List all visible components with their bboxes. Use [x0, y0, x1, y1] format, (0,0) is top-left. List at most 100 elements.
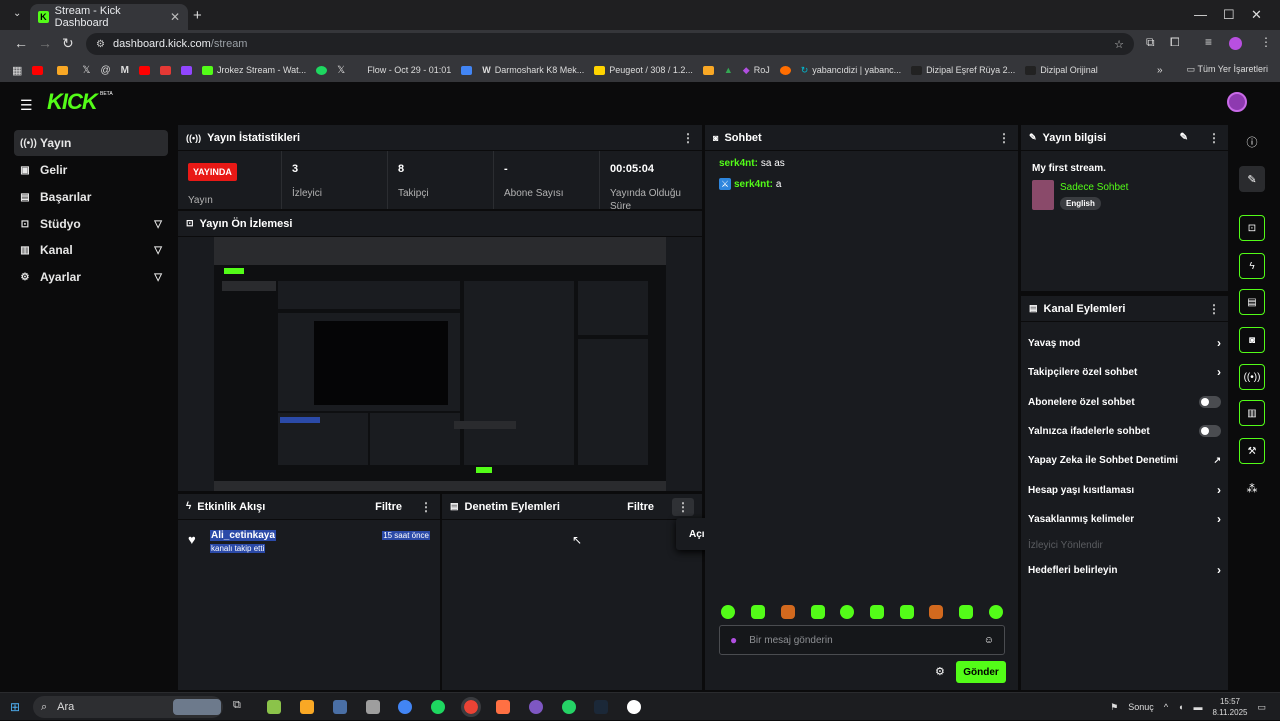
sidebar-item-kanal[interactable]: ▥ Kanal ▽: [14, 237, 168, 263]
chat-settings-gear-icon[interactable]: ⚙: [935, 665, 945, 678]
close-tab-icon[interactable]: ✕: [170, 10, 180, 24]
chat-message-input[interactable]: ● Bir mesaj gönderin ☺: [719, 625, 1005, 655]
chrome-active-icon[interactable]: [461, 697, 481, 717]
bookmark-item[interactable]: Jrokez Stream - Wat...: [201, 65, 306, 75]
emote-icon[interactable]: [870, 605, 884, 619]
emote-icon[interactable]: [929, 605, 943, 619]
chrome-icon[interactable]: [398, 700, 412, 714]
tab-search-icon[interactable]: ⌄: [13, 8, 21, 19]
bookmark-item[interactable]: [779, 65, 791, 75]
more-options-icon[interactable]: ⋮: [1208, 131, 1220, 145]
bookmark-item[interactable]: [57, 65, 72, 75]
tray-chevron-icon[interactable]: ^: [1164, 702, 1168, 712]
volume-icon[interactable]: ◖: [1178, 702, 1183, 712]
all-bookmarks-link[interactable]: ▭ Tüm Yer İşaretleri: [1187, 64, 1268, 75]
subscribers-only-toggle[interactable]: [1199, 396, 1221, 408]
bookmark-item[interactable]: Dizipal Eşref Rüya 2...: [911, 65, 1015, 75]
preview-toggle-icon[interactable]: ⊡: [1239, 215, 1265, 241]
microphone-icon[interactable]: ●: [730, 633, 737, 647]
connections-icon[interactable]: ⁂: [1239, 475, 1265, 501]
edit-pencil-icon[interactable]: ✎: [1239, 166, 1265, 192]
app-icon[interactable]: [333, 700, 347, 714]
steam-icon[interactable]: [594, 700, 608, 714]
bookmark-item[interactable]: [702, 65, 714, 75]
app-icon[interactable]: [300, 700, 314, 714]
emote-icon[interactable]: [840, 605, 854, 619]
emotes-only-toggle[interactable]: [1199, 425, 1221, 437]
task-view-icon[interactable]: ⧉: [233, 699, 247, 713]
weather-label[interactable]: Sonuç: [1128, 702, 1154, 712]
bookmark-item[interactable]: [138, 65, 150, 75]
obs-icon[interactable]: [627, 700, 641, 714]
emote-icon[interactable]: [751, 605, 765, 619]
filter-button[interactable]: Filtre: [375, 501, 402, 513]
site-info-icon[interactable]: ⚙: [96, 39, 105, 50]
category-name[interactable]: Sadece Sohbet: [1060, 182, 1128, 193]
bookmark-item[interactable]: 𝕏: [82, 65, 90, 76]
emote-icon[interactable]: [721, 605, 735, 619]
back-icon[interactable]: ←: [14, 35, 28, 51]
browser-tab-active[interactable]: K Stream - Kick Dashboard ✕: [30, 4, 188, 30]
more-options-icon[interactable]: ⋮: [1208, 302, 1220, 316]
taskbar-search[interactable]: ⌕ Ara: [33, 696, 223, 718]
emote-icon[interactable]: [781, 605, 795, 619]
bookmark-item[interactable]: ↻ yabancıdizi | yabanc...: [801, 65, 901, 76]
emote-icon[interactable]: [959, 605, 973, 619]
apps-icon[interactable]: ▦: [12, 64, 22, 77]
bookmark-item[interactable]: 𝕏: [337, 65, 345, 76]
document-icon[interactable]: ▤: [1239, 289, 1265, 315]
puzzle-icon[interactable]: ⧠: [1170, 35, 1180, 50]
address-bar[interactable]: ⚙ dashboard.kick.com /stream ☆: [86, 33, 1134, 55]
bookmark-item[interactable]: M: [121, 65, 129, 76]
sidebar-item-yayin[interactable]: ((•)) Yayın: [14, 130, 168, 156]
browser-menu-icon[interactable]: ⋮: [1260, 35, 1272, 49]
channel-action-goals[interactable]: Hedefleri belirleyin ›: [1028, 560, 1221, 580]
more-options-icon[interactable]: ⋮: [420, 500, 432, 514]
wrench-icon[interactable]: ⚒: [1239, 438, 1265, 464]
more-options-icon[interactable]: ⋮: [682, 131, 694, 145]
broadcast-icon[interactable]: ((•)): [1239, 364, 1265, 390]
minimize-icon[interactable]: —: [1194, 7, 1207, 22]
emote-icon[interactable]: [989, 605, 1003, 619]
app-icon[interactable]: [529, 700, 543, 714]
bookmark-item[interactable]: Dizipal Orijinal: [1025, 65, 1098, 75]
stream-preview-video[interactable]: [214, 237, 666, 491]
bookmark-item[interactable]: ▲: [724, 65, 733, 75]
lightning-icon[interactable]: ϟ: [1239, 253, 1265, 279]
reload-icon[interactable]: ↻: [62, 35, 74, 52]
spotify-icon[interactable]: [431, 700, 445, 714]
send-button[interactable]: Gönder: [956, 661, 1006, 683]
bookmark-item[interactable]: [316, 65, 328, 75]
bookmark-item[interactable]: [32, 65, 47, 75]
forward-icon[interactable]: →: [38, 35, 52, 51]
bookmark-star-icon[interactable]: ☆: [1114, 38, 1124, 51]
bookmark-item[interactable]: [180, 65, 192, 75]
channel-action-ai-moderation[interactable]: Yapay Zeka ile Sohbet Denetimi ↗: [1028, 450, 1221, 470]
bookmark-item[interactable]: W Darmoshark K8 Mek...: [482, 65, 584, 75]
new-tab-icon[interactable]: +: [193, 7, 202, 24]
extension-icon[interactable]: ⧉: [1146, 35, 1155, 50]
emote-icon[interactable]: [811, 605, 825, 619]
event-username[interactable]: Ali_cetinkaya: [210, 530, 276, 541]
more-bookmarks-icon[interactable]: »: [1157, 65, 1163, 76]
bookmark-item[interactable]: ◆ RoJ: [743, 65, 770, 76]
more-options-icon[interactable]: ⋮: [998, 131, 1010, 145]
info-icon[interactable]: ⓘ: [1239, 129, 1265, 155]
maximize-icon[interactable]: ☐: [1223, 7, 1235, 23]
chat-username[interactable]: serk4nt:: [719, 158, 758, 169]
bookmark-item[interactable]: Flow - Oct 29 - 01:01: [367, 65, 451, 75]
channel-action-slow-mode[interactable]: Yavaş mod ›: [1028, 333, 1221, 353]
bookmark-item[interactable]: @: [100, 65, 110, 76]
channel-action-banned-words[interactable]: Yasaklanmış kelimeler ›: [1028, 509, 1221, 529]
chat-username[interactable]: serk4nt:: [734, 179, 773, 190]
chat-bubble-icon[interactable]: ◙: [1239, 327, 1265, 353]
notification-icon[interactable]: ▭: [1257, 702, 1266, 713]
bookmark-item[interactable]: [461, 65, 473, 75]
sidebar-item-gelir[interactable]: ▣ Gelir: [14, 157, 168, 183]
user-avatar[interactable]: [1227, 92, 1247, 112]
emoji-picker-icon[interactable]: ☺: [984, 635, 994, 646]
sidebar-item-studyo[interactable]: ⊡ Stüdyo ▽: [14, 211, 168, 237]
media-icon[interactable]: ≡: [1205, 35, 1212, 49]
sidebar-item-basarilar[interactable]: ▤ Başarılar: [14, 184, 168, 210]
emote-icon[interactable]: [900, 605, 914, 619]
